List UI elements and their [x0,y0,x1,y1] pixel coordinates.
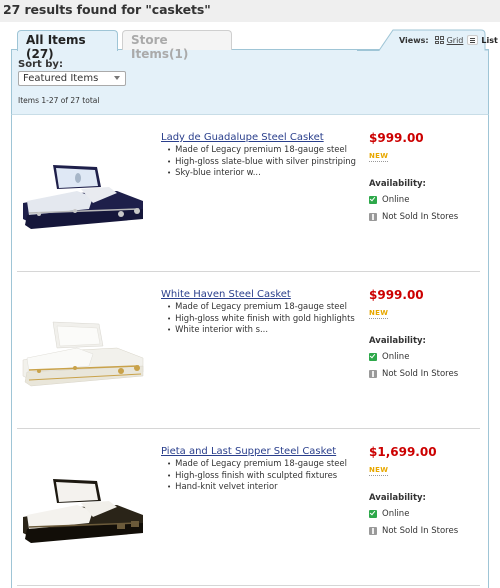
product-price: $1,699.00 [369,445,437,459]
feature-item: Made of Legacy premium 18-gauge steel [161,458,361,470]
results-header: 27 results found for "caskets" [0,0,500,22]
new-badge: NEW [369,152,389,162]
product-title-link[interactable]: White Haven Steel Casket [161,289,291,300]
slate-blue-casket-image[interactable] [17,153,149,233]
availability-online: Online [369,195,409,205]
check-icon [369,196,377,204]
info-icon [369,527,377,535]
bronze-casket-image[interactable] [17,467,149,547]
views-label: Views: [399,35,429,45]
availability-stores-text: Not Sold In Stores [382,369,459,379]
white-casket-image[interactable] [17,310,149,390]
availability-online: Online [369,509,409,519]
divider [17,585,480,586]
tab-all-items[interactable]: All Items (27) [17,30,118,61]
feature-item: White interior with s... [161,324,361,336]
views-switcher: Views: Grid List [357,29,498,51]
check-icon [369,353,377,361]
new-badge: NEW [369,309,389,319]
availability-stores-text: Not Sold In Stores [382,526,459,536]
list-view-label[interactable]: List [481,36,497,45]
product-title-link[interactable]: Lady de Guadalupe Steel Casket [161,132,324,143]
product-title-link[interactable]: Pieta and Last Supper Steel Casket [161,446,336,457]
availability-stores-text: Not Sold In Stores [382,212,459,222]
list-view-icon[interactable] [467,35,479,45]
product-item: Lady de Guadalupe Steel Casket Made of L… [12,115,488,272]
items-count: Items 1-27 of 27 total [18,96,100,105]
feature-item: Hand-knit velvet interior [161,481,361,493]
info-icon [369,370,377,378]
feature-item: High-gloss finish with sculpted fixtures [161,470,361,482]
product-list: Lady de Guadalupe Steel Casket Made of L… [11,114,489,588]
product-features: Made of Legacy premium 18-gauge steel Hi… [161,458,361,493]
new-badge: NEW [369,466,389,476]
feature-item: High-gloss white finish with gold highli… [161,313,361,325]
feature-item: High-gloss slate-blue with silver pinstr… [161,156,361,168]
product-price: $999.00 [369,288,424,302]
availability-stores: Not Sold In Stores [369,369,458,379]
tab-store-items[interactable]: Store Items(1) [122,30,232,61]
info-icon [369,213,377,221]
product-features: Made of Legacy premium 18-gauge steel Hi… [161,301,361,336]
product-price: $999.00 [369,131,424,145]
availability-online-text: Online [382,352,410,362]
results-title: 27 results found for "caskets" [3,2,211,17]
availability-stores: Not Sold In Stores [369,526,458,536]
grid-view-link[interactable]: Grid [447,36,464,45]
check-icon [369,510,377,518]
results-toolbar: Sort by: Featured Items Items 1-27 of 27… [11,49,489,115]
availability-label: Availability: [369,493,426,503]
grid-view-icon[interactable] [434,36,444,44]
sort-dropdown[interactable]: Featured Items [18,71,126,86]
availability-online-text: Online [382,509,410,519]
product-item: White Haven Steel Casket Made of Legacy … [12,272,488,429]
availability-stores: Not Sold In Stores [369,212,458,222]
feature-item: Made of Legacy premium 18-gauge steel [161,301,361,313]
availability-online-text: Online [382,195,410,205]
feature-item: Sky-blue interior w... [161,167,361,179]
feature-item: Made of Legacy premium 18-gauge steel [161,144,361,156]
product-item: Pieta and Last Supper Steel Casket Made … [12,429,488,586]
availability-online: Online [369,352,409,362]
product-features: Made of Legacy premium 18-gauge steel Hi… [161,144,361,179]
availability-label: Availability: [369,336,426,346]
availability-label: Availability: [369,179,426,189]
chevron-down-icon [114,76,120,80]
sort-selected-value: Featured Items [23,73,99,84]
